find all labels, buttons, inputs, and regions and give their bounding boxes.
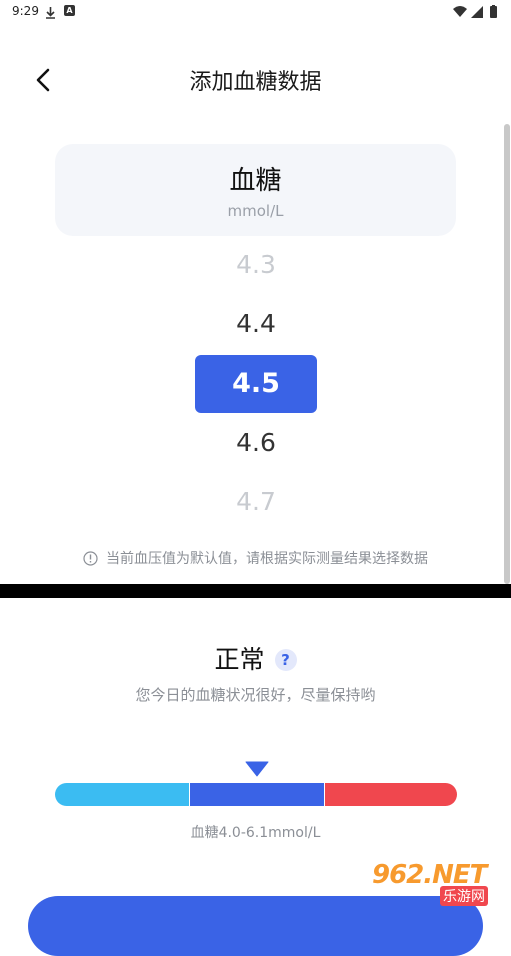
app-header: 添加血糖数据 [0, 50, 511, 110]
range-marker-icon [245, 761, 269, 781]
result-description: 您今日的血糖状况很好，尽量保持哟 [135, 686, 376, 704]
range-bar [55, 783, 457, 806]
result-status: 正常? [0, 640, 511, 676]
a-icon: A [64, 5, 75, 16]
wifi-icon [453, 6, 467, 17]
save-button[interactable] [28, 896, 483, 956]
download-icon [45, 4, 56, 23]
status-icons [453, 4, 501, 23]
watermark-sub: 乐游网 [440, 886, 488, 906]
measurement-type-card: 血糖 mmol/L [55, 144, 456, 236]
signal-icon [471, 6, 483, 18]
battery-icon [490, 5, 497, 18]
picker-item[interactable]: 4.7 [195, 473, 317, 531]
range-label: 血糖4.0-6.1mmol/L [190, 825, 321, 841]
info-icon [83, 551, 98, 570]
picker-item[interactable]: 4.6 [195, 414, 317, 472]
section-divider [0, 584, 511, 598]
range-segment-normal [189, 783, 325, 806]
measurement-type-name: 血糖 [229, 166, 282, 196]
site-watermark: 962.NET 乐游网 [372, 860, 510, 906]
status-bar: 9:29 A [0, 0, 511, 24]
status-time: 9:29 [12, 4, 39, 18]
measurement-unit: mmol/L [227, 202, 284, 220]
notice-text: 当前血压值为默认值，请根据实际测量结果选择数据 [106, 551, 428, 567]
picker-item-selected[interactable]: 4.5 [195, 355, 317, 413]
range-segment-low [55, 783, 189, 806]
picker-item[interactable]: 4.3 [195, 236, 317, 294]
picker-item[interactable]: 4.4 [195, 295, 317, 353]
range-segment-high [325, 783, 457, 806]
page-title: 添加血糖数据 [189, 70, 322, 95]
help-icon[interactable]: ? [274, 649, 297, 671]
scrollbar[interactable] [504, 124, 510, 584]
result-status-label: 正常 [214, 645, 265, 674]
default-value-notice: 当前血压值为默认值，请根据实际测量结果选择数据 [0, 548, 511, 570]
